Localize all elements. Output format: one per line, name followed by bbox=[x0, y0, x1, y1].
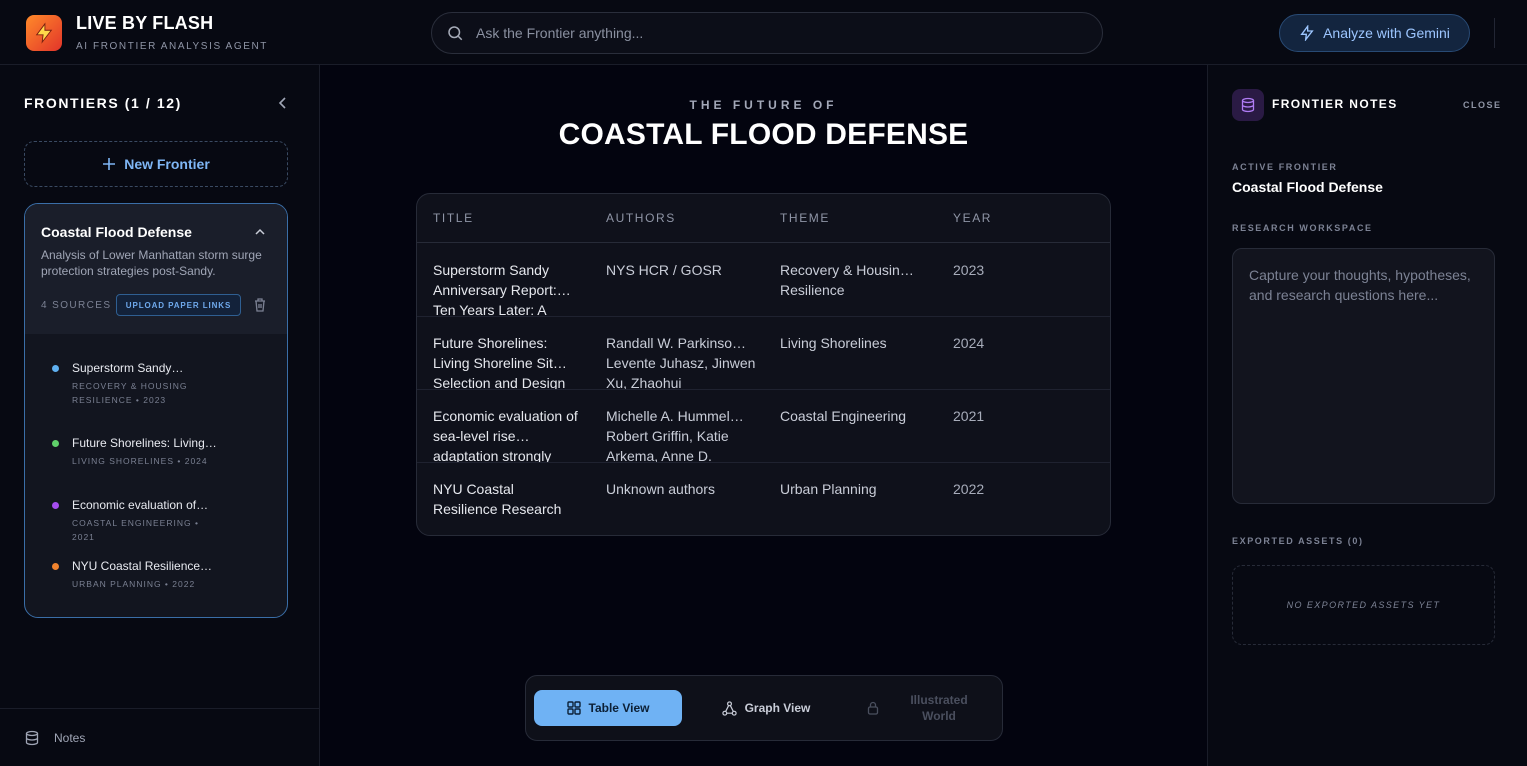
cell-authors: Randall W. Parkinso… Levente Juhasz, Jin… bbox=[606, 335, 756, 389]
source-dot bbox=[52, 365, 59, 372]
cell-authors: Unknown authors bbox=[606, 481, 715, 497]
source-title: Superstorm Sandy… bbox=[72, 361, 184, 375]
source-title: Future Shorelines: Living… bbox=[72, 436, 217, 450]
cell-theme: Coastal Engineering bbox=[780, 408, 907, 424]
source-dot bbox=[52, 502, 59, 509]
search-input[interactable] bbox=[476, 25, 1076, 41]
source-meta: COASTAL ENGINEERING • 2021 bbox=[72, 518, 199, 542]
frontier-card[interactable]: Coastal Flood Defense Analysis of Lower … bbox=[24, 203, 288, 618]
research-workspace-textarea[interactable] bbox=[1249, 265, 1478, 487]
page-title: COASTAL FLOOD DEFENSE bbox=[558, 118, 969, 151]
research-workspace-label: RESEARCH WORKSPACE bbox=[1232, 223, 1373, 233]
frontiers-title: FRONTIERS (1 / 12) bbox=[24, 95, 182, 111]
database-icon bbox=[1241, 97, 1255, 113]
table-row[interactable]: Future Shorelines: Living Shoreline Sit…… bbox=[417, 316, 1110, 389]
chevron-left-icon[interactable] bbox=[276, 95, 290, 111]
search-icon bbox=[448, 26, 463, 41]
frontier-card-title: Coastal Flood Defense bbox=[41, 224, 192, 240]
cell-title: Economic evaluation of sea-level rise… a… bbox=[433, 408, 578, 462]
exported-assets-empty: NO EXPORTED ASSETS YET bbox=[1232, 565, 1495, 645]
cell-year: 2023 bbox=[953, 262, 985, 278]
active-frontier-label: ACTIVE FRONTIER bbox=[1232, 162, 1338, 172]
upload-paper-links-button[interactable]: UPLOAD PAPER LINKS bbox=[116, 294, 241, 316]
table-view-button[interactable]: Table View bbox=[534, 690, 682, 726]
research-workspace[interactable] bbox=[1232, 248, 1495, 504]
source-meta: LIVING SHORELINES • 2024 bbox=[72, 456, 208, 466]
sidebar-notes-link[interactable]: Notes bbox=[0, 708, 319, 766]
table-row[interactable]: Economic evaluation of sea-level rise… a… bbox=[417, 389, 1110, 462]
header-divider bbox=[1494, 18, 1495, 48]
cell-theme: Recovery & Housin… Resilience bbox=[780, 262, 914, 298]
cell-title: Superstorm Sandy Anniversary Report:… Te… bbox=[433, 262, 571, 316]
lightning-icon bbox=[35, 22, 53, 44]
lightning-icon bbox=[1300, 25, 1314, 41]
view-switcher: Table View Graph View Illustrated World bbox=[525, 675, 1003, 741]
exported-assets-label: EXPORTED ASSETS (0) bbox=[1232, 536, 1364, 546]
source-title: Economic evaluation of… bbox=[72, 498, 209, 512]
column-header-year[interactable]: YEAR bbox=[953, 211, 992, 225]
source-dot bbox=[52, 563, 59, 570]
frontier-card-description: Analysis of Lower Manhattan storm surge … bbox=[41, 248, 262, 278]
app-logo bbox=[26, 15, 62, 51]
source-dot bbox=[52, 440, 59, 447]
cell-year: 2024 bbox=[953, 335, 985, 351]
sources-table: TITLE AUTHORS THEME YEAR Superstorm Sand… bbox=[416, 193, 1111, 536]
close-button[interactable]: CLOSE bbox=[1463, 100, 1502, 110]
cell-year: 2022 bbox=[953, 481, 985, 497]
notes-label: Notes bbox=[54, 730, 86, 745]
notes-panel-title: FRONTIER NOTES bbox=[1272, 97, 1398, 111]
graph-view-label: Graph View bbox=[744, 701, 811, 715]
lock-icon bbox=[867, 701, 879, 715]
page-eyebrow: THE FUTURE OF bbox=[689, 98, 838, 112]
sources-count: 4 SOURCES bbox=[41, 300, 112, 311]
cell-authors: NYS HCR / GOSR bbox=[606, 262, 722, 278]
table-view-label: Table View bbox=[588, 701, 650, 715]
new-frontier-label: New Frontier bbox=[124, 156, 210, 172]
source-title: NYU Coastal Resilience… bbox=[72, 559, 213, 573]
database-icon bbox=[25, 730, 39, 745]
table-row[interactable]: NYU Coastal Resilience Research Unknown … bbox=[417, 462, 1110, 535]
graph-view-button[interactable]: Graph View bbox=[706, 690, 826, 726]
notes-panel-icon bbox=[1232, 89, 1264, 121]
chevron-up-icon[interactable] bbox=[254, 226, 266, 238]
column-header-theme[interactable]: THEME bbox=[780, 211, 830, 225]
new-frontier-button[interactable]: New Frontier bbox=[24, 141, 288, 187]
source-meta: RECOVERY & HOUSING RESILIENCE • 2023 bbox=[72, 381, 188, 405]
cell-authors: Michelle A. Hummel… Robert Griffin, Kati… bbox=[606, 408, 744, 462]
cell-title: NYU Coastal Resilience Research bbox=[433, 481, 562, 517]
trash-icon[interactable] bbox=[253, 297, 267, 313]
cell-year: 2021 bbox=[953, 408, 985, 424]
table-row[interactable]: Superstorm Sandy Anniversary Report:… Te… bbox=[417, 243, 1110, 316]
cell-theme: Living Shorelines bbox=[780, 335, 887, 351]
analyze-label: Analyze with Gemini bbox=[1323, 25, 1450, 41]
plus-icon bbox=[103, 158, 116, 170]
cell-title: Future Shorelines: Living Shoreline Sit…… bbox=[433, 335, 567, 389]
illustrated-world-label: Illustrated World bbox=[910, 693, 968, 723]
column-header-title[interactable]: TITLE bbox=[433, 211, 474, 225]
network-icon bbox=[721, 700, 737, 716]
search-bar[interactable] bbox=[431, 12, 1103, 54]
brand-title: LIVE BY FLASH bbox=[76, 13, 214, 33]
column-header-authors[interactable]: AUTHORS bbox=[606, 211, 676, 225]
grid-icon bbox=[566, 701, 581, 715]
brand-subtitle: AI FRONTIER ANALYSIS AGENT bbox=[76, 41, 269, 52]
cell-theme: Urban Planning bbox=[780, 481, 877, 497]
analyze-button[interactable]: Analyze with Gemini bbox=[1279, 14, 1470, 52]
illustrated-world-button[interactable]: Illustrated World bbox=[848, 690, 998, 726]
active-frontier-value: Coastal Flood Defense bbox=[1232, 179, 1383, 195]
source-meta: URBAN PLANNING • 2022 bbox=[72, 579, 196, 589]
